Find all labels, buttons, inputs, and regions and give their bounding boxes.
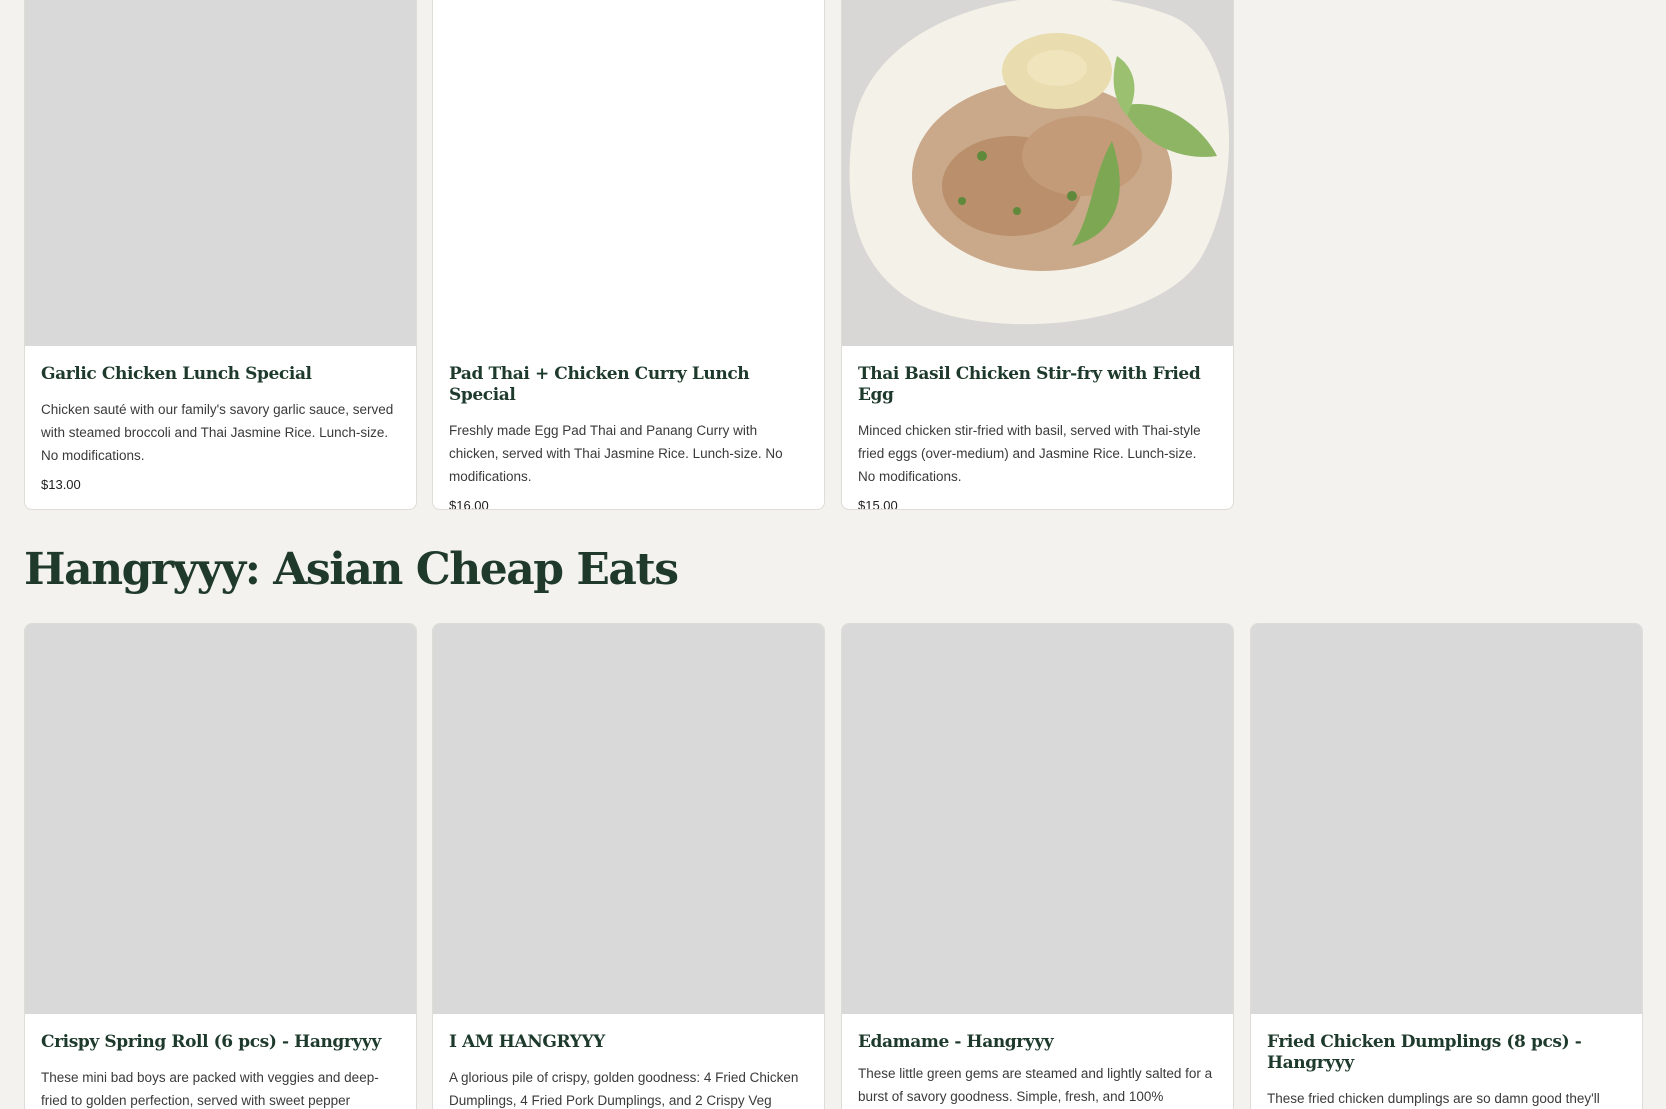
menu-item-card[interactable]: Crispy Spring Roll (6 pcs) - Hangryyy Th… <box>24 623 417 1109</box>
menu-item-body: Crispy Spring Roll (6 pcs) - Hangryyy Th… <box>25 1014 416 1109</box>
menu-item-title: I AM HANGRYYY <box>449 1032 605 1052</box>
menu-item-image <box>25 0 416 346</box>
menu-item-price: $16.00 <box>449 498 489 510</box>
menu-item-title: Thai Basil Chicken Stir-fry with Fried E… <box>858 364 1201 405</box>
menu-item-title: Garlic Chicken Lunch Special <box>41 364 312 384</box>
menu-item-body: I AM HANGRYYY A glorious pile of crispy,… <box>433 1014 824 1109</box>
menu-item-body: Fried Chicken Dumplings (8 pcs) - Hangry… <box>1251 1014 1642 1109</box>
menu-item-body: Pad Thai + Chicken Curry Lunch Special F… <box>433 346 824 510</box>
menu-item-title: Pad Thai + Chicken Curry Lunch Special <box>449 364 750 405</box>
menu-item-title: Crispy Spring Roll (6 pcs) - Hangryyy <box>41 1032 381 1052</box>
menu-item-description: These mini bad boys are packed with vegg… <box>41 1070 379 1108</box>
menu-item-body: Thai Basil Chicken Stir-fry with Fried E… <box>842 346 1233 510</box>
menu-item-price: $15.00 <box>858 498 898 510</box>
menu-item-image <box>433 624 824 1014</box>
menu-item-price: $13.00 <box>41 477 81 492</box>
menu-item-description: A glorious pile of crispy, golden goodne… <box>449 1070 799 1108</box>
menu-item-title: Edamame - Hangryyy <box>858 1032 1054 1052</box>
menu-item-body: Garlic Chicken Lunch Special Chicken sau… <box>25 346 416 508</box>
menu-item-description: These fried chicken dumplings are so dam… <box>1267 1091 1600 1106</box>
menu-item-image <box>842 0 1233 346</box>
menu-item-card[interactable]: Thai Basil Chicken Stir-fry with Fried E… <box>841 0 1234 510</box>
menu-item-image <box>433 0 824 346</box>
menu-item-card[interactable]: Garlic Chicken Lunch Special Chicken sau… <box>24 0 417 510</box>
menu-item-description: Minced chicken stir-fried with basil, se… <box>858 423 1201 484</box>
section-title: Hangryyy: Asian Cheap Eats <box>24 544 679 595</box>
menu-item-description: These little green gems are steamed and … <box>858 1066 1213 1104</box>
menu-item-image <box>25 624 416 1014</box>
menu-item-description: Chicken sauté with our family's savory g… <box>41 402 394 463</box>
basil-chicken-photo <box>842 0 1233 346</box>
menu-item-title: Fried Chicken Dumplings (8 pcs) - Hangry… <box>1267 1032 1582 1073</box>
menu-item-body: Edamame - Hangryyy These little green ge… <box>842 1014 1233 1109</box>
menu-page: Garlic Chicken Lunch Special Chicken sau… <box>0 0 1666 1109</box>
menu-item-card[interactable]: Fried Chicken Dumplings (8 pcs) - Hangry… <box>1250 623 1643 1109</box>
menu-item-image <box>1251 624 1642 1014</box>
menu-item-card[interactable]: Edamame - Hangryyy These little green ge… <box>841 623 1234 1109</box>
menu-item-description: Freshly made Egg Pad Thai and Panang Cur… <box>449 423 783 484</box>
menu-item-card[interactable]: Pad Thai + Chicken Curry Lunch Special F… <box>432 0 825 510</box>
menu-item-card[interactable]: I AM HANGRYYY A glorious pile of crispy,… <box>432 623 825 1109</box>
menu-item-image <box>842 624 1233 1014</box>
